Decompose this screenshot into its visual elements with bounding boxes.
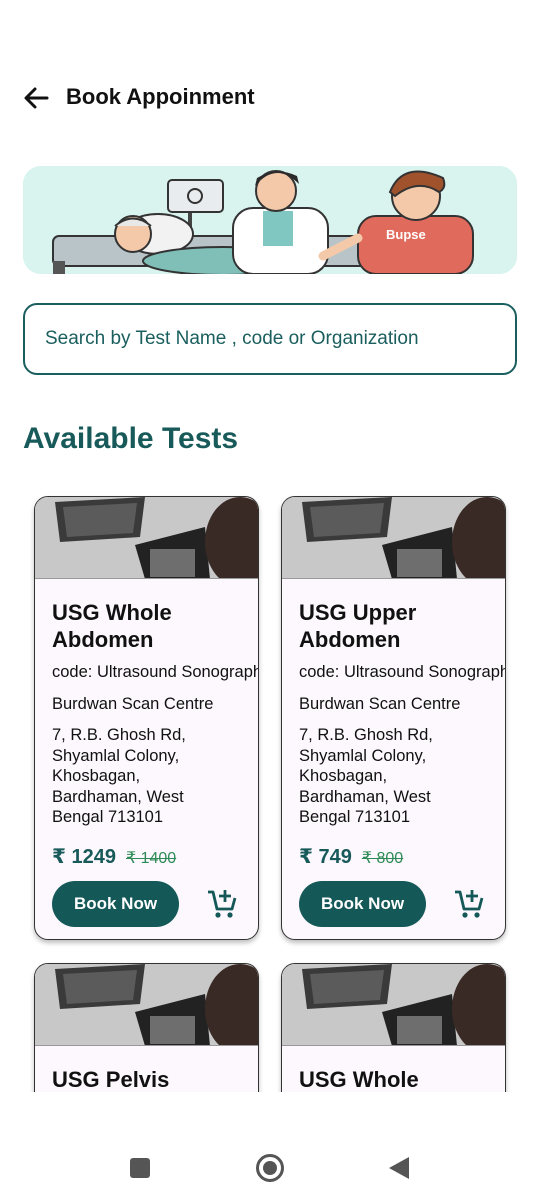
test-organization: Burdwan Scan Centre (299, 695, 461, 713)
test-address: 7, R.B. Ghosh Rd, Shyamlal Colony, Khosb… (299, 726, 433, 826)
ultrasound-image (282, 964, 505, 1046)
book-now-button[interactable]: Book Now (299, 880, 426, 927)
ultrasound-image (282, 497, 505, 579)
promo-banner: Bupse (23, 166, 517, 274)
test-card[interactable]: USG Whole Abdomen code: Ultrasound Sonog… (34, 496, 259, 940)
test-code: code: Ultrasound Sonography (52, 663, 259, 681)
test-card[interactable]: USG Whole (281, 963, 506, 1092)
ultrasound-photo (282, 497, 505, 578)
recents-button[interactable] (130, 1158, 150, 1178)
arrow-left-icon (24, 87, 49, 109)
ultrasound-photo (35, 964, 258, 1045)
test-old-price: ₹ 1400 (125, 849, 177, 867)
test-code: code: Ultrasound Sonography (299, 663, 506, 681)
add-cart-icon (455, 889, 484, 918)
search-input[interactable] (45, 328, 515, 350)
ultrasound-photo (282, 964, 505, 1045)
home-icon (263, 1161, 277, 1175)
test-address: 7, R.B. Ghosh Rd, Shyamlal Colony, Khosb… (52, 726, 186, 826)
home-button[interactable] (256, 1154, 284, 1182)
test-old-price: ₹ 800 (361, 849, 404, 867)
doctor-illustration: Bupse (23, 166, 517, 274)
ultrasound-image (35, 964, 258, 1046)
system-nav-bar (0, 1130, 540, 1200)
add-to-cart-button[interactable] (205, 887, 239, 921)
tests-grid[interactable]: USG Whole Abdomen code: Ultrasound Sonog… (0, 480, 540, 1092)
banner-shirt-text: Bupse (386, 227, 426, 242)
ultrasound-image (35, 497, 258, 579)
test-card[interactable]: USG Pelvis (34, 963, 259, 1092)
page-title: Book Appoinment (66, 84, 255, 109)
test-name: USG Whole (299, 1067, 419, 1092)
test-name: USG Pelvis (52, 1067, 170, 1092)
add-cart-icon (208, 889, 237, 918)
test-card[interactable]: USG Upper Abdomen code: Ultrasound Sonog… (281, 496, 506, 940)
test-name: USG Upper Abdomen (299, 600, 417, 652)
system-back-button[interactable] (389, 1157, 409, 1179)
test-price: ₹ 1249 (52, 845, 116, 868)
ultrasound-photo (35, 497, 258, 578)
search-field[interactable] (23, 303, 517, 375)
back-button[interactable] (20, 82, 52, 114)
book-now-button[interactable]: Book Now (52, 880, 179, 927)
test-price: ₹ 749 (299, 845, 352, 868)
add-to-cart-button[interactable] (452, 887, 486, 921)
test-organization: Burdwan Scan Centre (52, 695, 214, 713)
section-title: Available Tests (23, 422, 239, 455)
test-name: USG Whole Abdomen (52, 600, 172, 652)
app-bar: Book Appoinment (0, 0, 540, 150)
